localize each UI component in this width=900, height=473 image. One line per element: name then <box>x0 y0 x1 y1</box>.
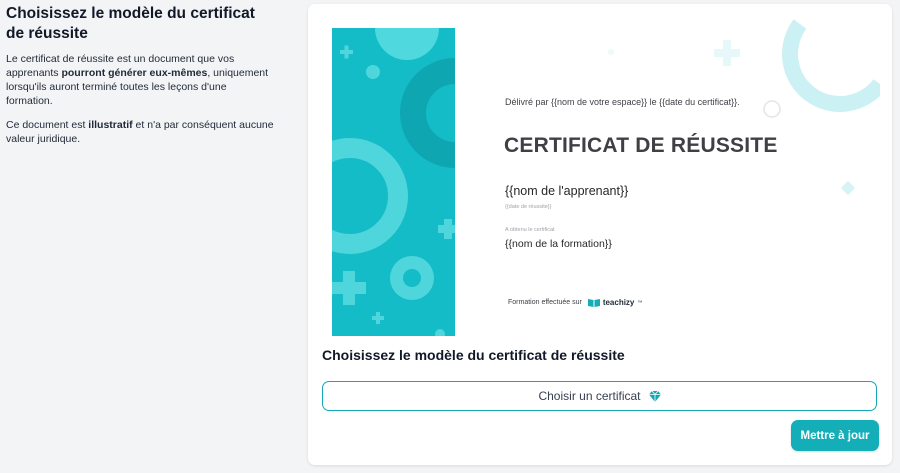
update-button[interactable]: Mettre à jour <box>791 420 879 451</box>
certificate-title: CERTIFICAT DE RÉUSSITE <box>504 134 778 157</box>
certificate-learner-name: {{nom de l'apprenant}} <box>505 184 629 198</box>
certificate-obtained-label: A obtenu le certificat <box>505 227 555 233</box>
certificate-training-name: {{nom de la formation}} <box>505 238 612 250</box>
sidebar-description-1: Le certificat de réussite est un documen… <box>6 53 269 107</box>
sidebar-title: Choisissez le modèle du certificat de ré… <box>6 5 255 42</box>
sidebar-description-2: Ce document est illustratif et n'a par c… <box>6 119 274 145</box>
certificate-footer: Formation effectuée sur teachizy ™ <box>508 298 642 307</box>
certificate-issued-line: Délivré par {{nom de votre espace}} le {… <box>505 97 740 107</box>
choose-certificate-button[interactable]: Choisir un certificat <box>322 381 877 411</box>
book-icon <box>587 299 600 307</box>
band-pattern <box>332 28 455 336</box>
template-section-title: Choisissez le modèle du certificat de ré… <box>322 347 625 363</box>
certificate-settings-card: Délivré par {{nom de votre espace}} le {… <box>308 4 892 465</box>
sidebar-info: Choisissez le modèle du certificat de ré… <box>6 4 276 146</box>
brand-trademark: ™ <box>637 299 643 306</box>
brand-logo: teachizy ™ <box>587 298 643 307</box>
certificate-footer-text: Formation effectuée sur <box>508 299 582 306</box>
certificate-date-placeholder: {{date de réussite}} <box>505 204 552 210</box>
gem-icon <box>648 390 661 402</box>
brand-name: teachizy <box>602 298 635 307</box>
certificate-preview: Délivré par {{nom de votre espace}} le {… <box>320 14 880 338</box>
certificate-teal-band <box>332 28 455 336</box>
choose-certificate-label: Choisir un certificat <box>538 389 641 403</box>
